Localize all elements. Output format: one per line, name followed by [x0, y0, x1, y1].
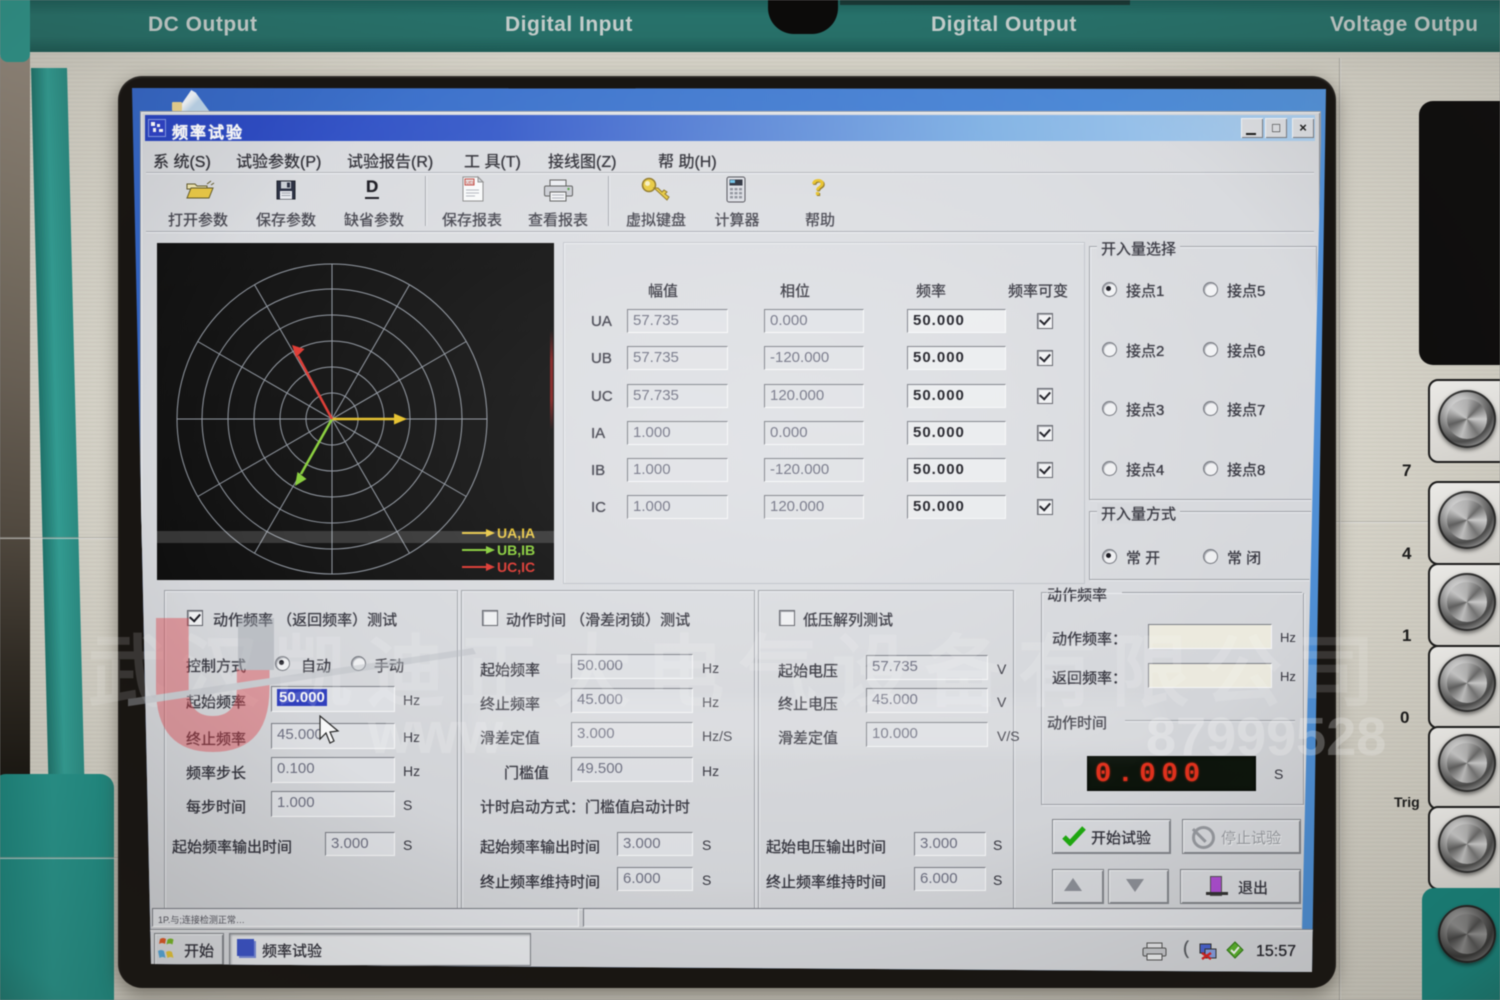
svg-text:UB,IB: UB,IB	[497, 542, 535, 558]
svg-text:UC,IC: UC,IC	[497, 559, 535, 575]
